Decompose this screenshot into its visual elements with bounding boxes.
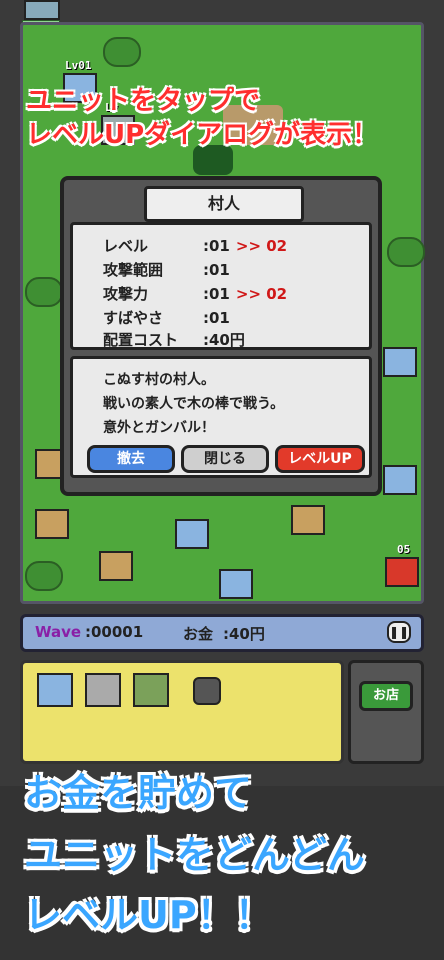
money-value: :40円: [223, 625, 265, 643]
money-label: お金: [183, 625, 214, 643]
description-line: 戦いの素人で木の棒で戦う。: [103, 396, 285, 412]
description-panel: こぬす村の村人。 戦いの素人で木の棒で戦う。 意外とガンバル！ 撤去 閉じる レ…: [70, 356, 372, 478]
level-up-dialog: 村人 レベル :01 >> 02 攻撃範囲 :01 攻撃力 :01 >> 02 すばやさ:…: [60, 176, 382, 496]
tree-icon: [387, 237, 425, 267]
stat-value: :40円: [203, 331, 245, 349]
unit-sprite[interactable]: [175, 519, 209, 549]
stat-next-value: >> 02: [235, 285, 288, 303]
top-unit-sprite[interactable]: [24, 0, 60, 20]
level-up-button[interactable]: レベルUP: [275, 445, 365, 473]
caption-top-line-2: レベルUPダイアログが表示！: [26, 120, 379, 150]
remove-button[interactable]: 撤去: [87, 445, 175, 473]
unit-sprite[interactable]: [291, 505, 325, 535]
description-line: 意外とガンバル！: [103, 420, 215, 436]
stat-row-level: レベル :01 >> 02: [103, 235, 287, 256]
unit-sprite[interactable]: [219, 569, 253, 599]
caption-bottom-line-3: レベルUP！！: [24, 893, 273, 937]
stat-label: 攻撃範囲: [103, 261, 164, 279]
stat-value: :01: [203, 261, 230, 279]
stat-row-range: 攻撃範囲 :01: [103, 259, 236, 280]
close-button[interactable]: 閉じる: [181, 445, 269, 473]
stat-value: :01: [203, 285, 230, 303]
enemy-sprite[interactable]: [385, 557, 419, 587]
pause-icon[interactable]: ❚❚: [387, 621, 411, 643]
wave-label: Wave: [35, 623, 82, 641]
tree-icon: [103, 37, 141, 67]
shop-button[interactable]: お店: [359, 681, 413, 711]
unit-sprite[interactable]: [383, 465, 417, 495]
dialog-title: 村人: [144, 186, 304, 222]
tree-icon: [25, 561, 63, 591]
villager-unit-icon[interactable]: [37, 673, 73, 707]
caption-bottom-line-1: お金を貯めて: [24, 771, 253, 815]
stat-next-value: >> 02: [235, 237, 288, 255]
tree-icon: [25, 277, 63, 307]
wave-value: :00001: [85, 623, 144, 641]
unit-sprite[interactable]: [99, 551, 133, 581]
stat-label: レベル: [103, 237, 149, 255]
stat-row-cost: 配置コスト :40円: [103, 329, 251, 350]
stat-row-attack: 攻撃力 :01 >> 02: [103, 283, 287, 304]
stat-label: すばやさ: [103, 309, 164, 327]
stat-label: 配置コスト: [103, 331, 179, 349]
shop-panel: お店: [348, 660, 424, 764]
unit-sprite[interactable]: [383, 347, 417, 377]
stat-value: :01: [203, 309, 230, 327]
caption-top-line-1: ユニットをタップで: [26, 86, 261, 116]
archer-unit-icon[interactable]: [133, 673, 169, 707]
unit-sprite[interactable]: [35, 509, 69, 539]
caption-bottom-line-2: ユニットをどんどん: [24, 833, 365, 877]
unit-level-label: Lv01: [65, 59, 92, 72]
stat-label: 攻撃力: [103, 285, 149, 303]
stat-row-speed: すばやさ :01: [103, 307, 236, 328]
knight-unit-icon[interactable]: [85, 673, 121, 707]
stats-panel: レベル:01 >> 02 攻撃範囲:01 攻撃力:01 >> 02 すばやさ:01 …: [70, 222, 372, 350]
cannon-unit-icon[interactable]: [193, 677, 221, 705]
status-bar: Wave :00001 お金 :40円 ❚❚: [20, 614, 424, 652]
unit-selection-panel: [20, 660, 344, 764]
stat-value: :01: [203, 237, 230, 255]
unit-level-label: 05: [397, 543, 411, 556]
description-line: こぬす村の村人。: [103, 372, 215, 388]
